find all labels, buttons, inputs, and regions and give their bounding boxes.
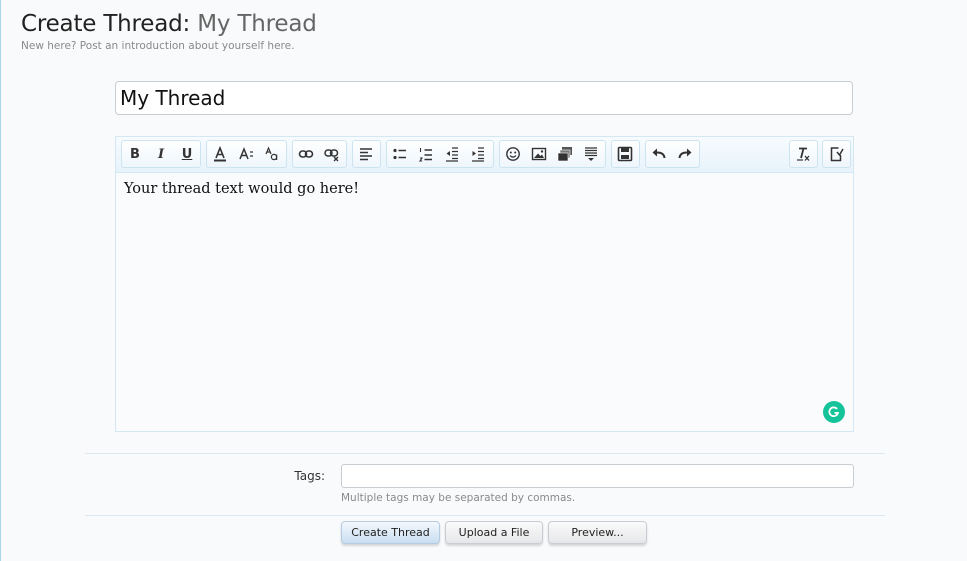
unlink-icon[interactable] <box>319 141 345 167</box>
outdent-icon[interactable] <box>439 141 465 167</box>
media-icon[interactable] <box>552 141 578 167</box>
tags-label: Tags: <box>294 469 325 483</box>
smiley-icon[interactable] <box>500 141 526 167</box>
toggle-bbcode-icon[interactable] <box>823 141 849 167</box>
preview-button[interactable]: Preview... <box>548 521 647 544</box>
align-left-icon[interactable] <box>353 141 379 167</box>
bullet-list-icon[interactable] <box>387 141 413 167</box>
underline-button[interactable]: U <box>174 141 200 167</box>
page-subtitle: New here? Post an introduction about you… <box>21 40 295 52</box>
toolbar-group-align <box>352 140 381 168</box>
page-title-thread-name: My Thread <box>197 11 317 37</box>
remove-format-icon[interactable] <box>790 141 816 167</box>
page-header: Create Thread: My Thread New here? Post … <box>21 9 317 52</box>
undo-icon[interactable] <box>646 141 672 167</box>
form-divider-top <box>85 453 885 454</box>
tags-input[interactable] <box>341 464 854 488</box>
font-color-icon[interactable] <box>207 141 233 167</box>
tags-hint: Multiple tags may be separated by commas… <box>341 492 576 504</box>
grammarly-icon[interactable] <box>823 401 845 423</box>
page-title-prefix: Create Thread: <box>21 11 191 37</box>
redo-icon[interactable] <box>672 141 698 167</box>
numbered-list-icon[interactable] <box>413 141 439 167</box>
toolbar-group-insert <box>499 140 606 168</box>
font-size-icon[interactable] <box>233 141 259 167</box>
link-icon[interactable] <box>293 141 319 167</box>
toolbar-group-text-style: B I U <box>121 140 201 168</box>
toolbar-group-draft <box>611 140 640 168</box>
toolbar-group-lists <box>386 140 494 168</box>
form-divider-bottom <box>85 515 885 516</box>
image-icon[interactable] <box>526 141 552 167</box>
italic-button[interactable]: I <box>148 141 174 167</box>
create-thread-button[interactable]: Create Thread <box>341 521 440 544</box>
font-family-icon[interactable] <box>259 141 285 167</box>
editor-content[interactable]: Your thread text would go here! <box>124 181 845 197</box>
thread-title-input[interactable] <box>115 81 853 115</box>
toolbar-group-font <box>206 140 287 168</box>
toolbar-group-history <box>645 140 700 168</box>
upload-file-button[interactable]: Upload a File <box>445 521 543 544</box>
editor-toolbar: B I U <box>116 137 853 173</box>
toolbar-group-bbcode <box>822 140 851 168</box>
indent-icon[interactable] <box>465 141 491 167</box>
code-block-icon[interactable] <box>578 141 604 167</box>
page-title: Create Thread: My Thread <box>21 9 317 39</box>
save-draft-icon[interactable] <box>612 141 638 167</box>
toolbar-group-remove-format <box>789 140 818 168</box>
message-editor: B I U Your thread text would go here! <box>115 136 854 432</box>
toolbar-group-link <box>292 140 347 168</box>
bold-button[interactable]: B <box>122 141 148 167</box>
